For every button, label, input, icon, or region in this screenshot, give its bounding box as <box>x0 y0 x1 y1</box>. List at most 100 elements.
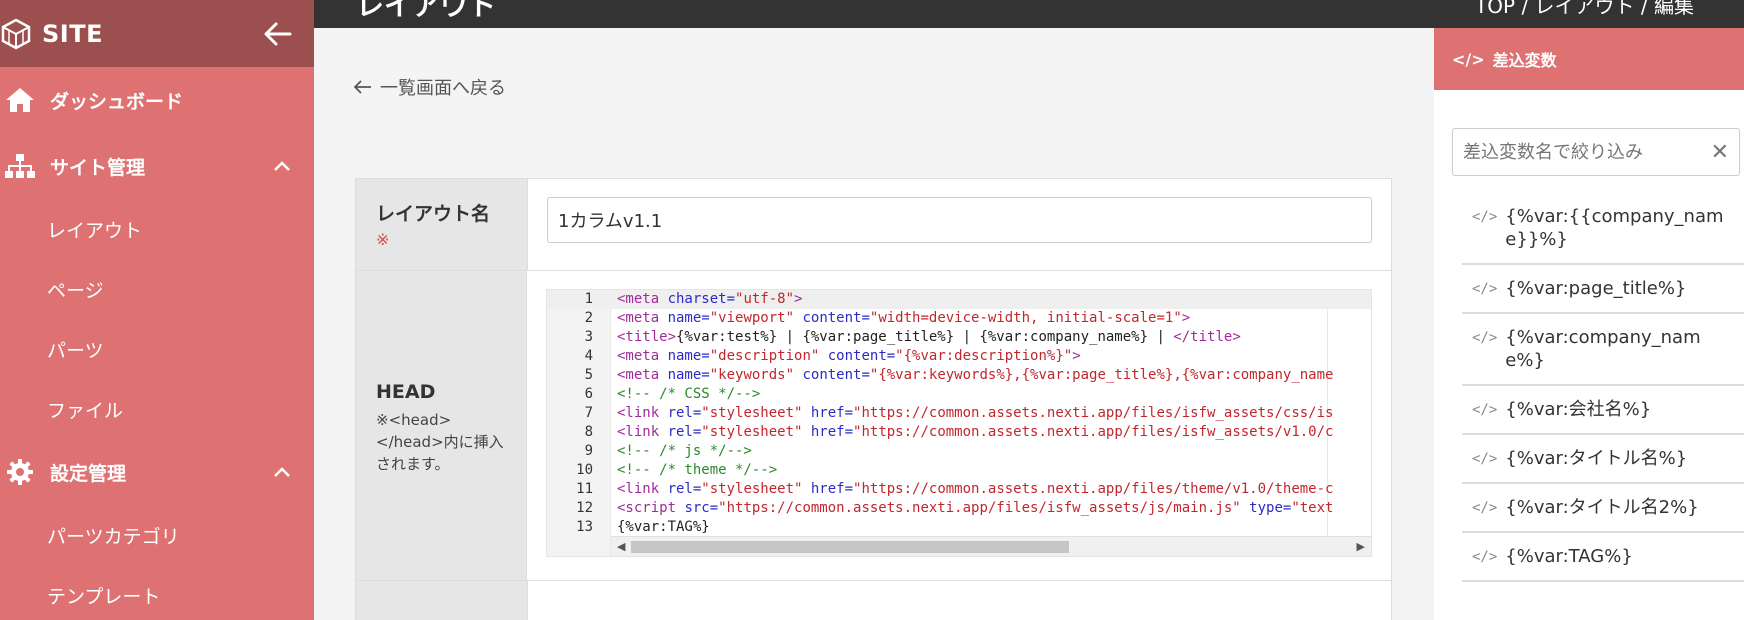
field-value-cell: 1 <meta charset="utf-8"> 2 <meta name="view… <box>527 271 1391 580</box>
code-line[interactable]: 9 <!-- /* js */--> <box>547 442 1371 461</box>
code-line[interactable]: 3 <title>{%var:test%} | {%var:page_title%… <box>547 328 1371 347</box>
code-token: "https://common.assets.nexti.app/files/i… <box>718 500 1241 516</box>
code-text: <link rel="stylesheet" href="https://com… <box>611 404 1371 423</box>
variable-list-item[interactable]: </> {%var:company_name%} <box>1462 314 1744 386</box>
code-line[interactable]: 5 <meta name="keywords" content="{%var:ke… <box>547 366 1371 385</box>
code-lines: 1 <meta charset="utf-8"> 2 <meta name="view… <box>547 290 1371 537</box>
code-token: rel= <box>667 424 702 440</box>
variable-list: </> {%var:{{company_name}}%} </> {%var:page… <box>1462 193 1744 582</box>
variable-list-item[interactable]: </> {%var:page_title%} <box>1462 265 1744 314</box>
sidebar-item-template[interactable]: テンプレート <box>0 565 314 620</box>
code-token: > <box>1181 310 1191 326</box>
code-token: <!-- /* js */--> <box>617 443 752 459</box>
line-number: 10 <box>576 462 593 478</box>
variable-name: {%var:{{company_name}}%} <box>1505 206 1724 250</box>
line-number: 5 <box>584 367 593 383</box>
code-line[interactable]: 8 <link rel="stylesheet" href="https://co… <box>547 423 1371 442</box>
required-mark: ※ <box>376 230 390 249</box>
code-line[interactable]: 1 <meta charset="utf-8"> <box>547 290 1371 309</box>
sidebar-item-parts-category[interactable]: パーツカテゴリ <box>0 505 314 565</box>
head-code-editor[interactable]: 1 <meta charset="utf-8"> 2 <meta name="view… <box>546 289 1372 557</box>
field-value-cell <box>528 581 1391 620</box>
code-token: <meta <box>617 310 668 326</box>
arrow-left-icon <box>264 22 292 45</box>
code-token: {%var:TAG%} <box>617 519 710 535</box>
sidebar-section-site-management[interactable]: サイト管理 <box>0 133 314 199</box>
code-line[interactable]: 6 <!-- /* CSS */--> <box>547 385 1371 404</box>
sidebar-item-parts[interactable]: パーツ <box>0 319 314 379</box>
code-text: <meta charset="utf-8"> <box>611 290 1371 309</box>
code-line[interactable]: 12 <script src="https://common.assets.nex… <box>547 499 1371 518</box>
field-label-cell: レイアウト名 ※ <box>356 179 528 270</box>
code-icon: </> <box>1472 281 1498 297</box>
variables-panel: </> 差込変数 ✕ </>{%var:{{company_name}}%}</… <box>1434 28 1744 620</box>
top-bar: レイアウト TOP / レイアウト / 編集 <box>314 0 1744 28</box>
sidebar-item-layout[interactable]: レイアウト <box>0 199 314 259</box>
code-token: <!-- /* CSS */--> <box>617 386 761 402</box>
line-number: 3 <box>584 329 593 345</box>
variable-list-item[interactable]: </> {%var:TAG%} <box>1462 533 1744 582</box>
sitemap-icon <box>0 153 40 179</box>
code-icon: </> <box>1452 49 1485 69</box>
code-token: charset= <box>667 291 736 307</box>
field-label-cell <box>356 581 528 620</box>
code-token: content= <box>794 310 870 326</box>
code-line[interactable]: 13 {%var:TAG%} <box>547 518 1371 537</box>
scroll-left-icon[interactable]: ◀ <box>617 540 625 553</box>
code-token: content= <box>819 348 896 364</box>
code-line[interactable]: 4 <meta name="description" content="{%var… <box>547 347 1371 366</box>
scrollbar-thumb[interactable] <box>631 541 1069 553</box>
code-icon: </> <box>1472 402 1498 418</box>
code-icon: </> <box>1472 549 1498 565</box>
code-token: src= <box>684 500 719 516</box>
code-token: "viewport" <box>709 310 795 326</box>
code-text: <!-- /* CSS */--> <box>611 385 1371 404</box>
code-text: <meta name="viewport" content="width=dev… <box>611 309 1371 328</box>
code-text: <title>{%var:test%} | {%var:page_title%}… <box>611 328 1371 347</box>
main-content: 一覧画面へ戻る レイアウト名 ※ HEAD ※<head></head>内に挿入… <box>314 28 1434 620</box>
scroll-right-icon[interactable]: ▶ <box>1357 540 1365 553</box>
variable-list-item[interactable]: </> {%var:会社名%} <box>1462 386 1744 435</box>
sidebar-header: SITE <box>0 0 314 67</box>
code-text: <!-- /* theme */--> <box>611 461 1371 480</box>
gear-icon <box>0 458 40 486</box>
layout-name-input[interactable] <box>547 197 1372 243</box>
code-token: href= <box>802 481 854 497</box>
horizontal-scrollbar[interactable]: ◀ ▶ <box>611 536 1371 556</box>
field-value-cell <box>528 179 1391 270</box>
code-icon: </> <box>1472 209 1498 225</box>
home-icon <box>0 87 40 113</box>
sidebar-item-dashboard[interactable]: ダッシュボード <box>0 67 314 133</box>
layout-form: レイアウト名 ※ HEAD ※<head></head>内に挿入されます。 1 <… <box>355 178 1392 620</box>
code-line[interactable]: 2 <meta name="viewport" content="width=de… <box>547 309 1371 328</box>
code-token: "description" <box>709 348 820 364</box>
variable-list-item[interactable]: </> {%var:{{company_name}}%} <box>1462 193 1744 265</box>
code-token: rel= <box>667 405 702 421</box>
code-token: "{%var:keywords%},{%var:page_title%},{%v… <box>869 367 1334 383</box>
code-token: name= <box>667 367 710 383</box>
clear-search-icon[interactable]: ✕ <box>1711 140 1729 165</box>
code-line[interactable]: 7 <link rel="stylesheet" href="https://co… <box>547 404 1371 423</box>
arrow-left-icon <box>354 80 371 94</box>
variable-list-item[interactable]: </> {%var:タイトル名%} <box>1462 435 1744 484</box>
code-token: <link <box>617 405 668 421</box>
sidebar-item-file[interactable]: ファイル <box>0 379 314 439</box>
variable-name: {%var:TAG%} <box>1505 546 1633 567</box>
sidebar-item-page[interactable]: ページ <box>0 259 314 319</box>
variable-list-item[interactable]: </> {%var:タイトル名2%} <box>1462 484 1744 533</box>
sidebar-section-settings[interactable]: 設定管理 <box>0 439 314 505</box>
code-token: rel= <box>667 481 702 497</box>
collapse-sidebar-button[interactable] <box>260 16 296 52</box>
code-line[interactable]: 11 <link rel="stylesheet" href="https://c… <box>547 480 1371 499</box>
code-token: "stylesheet" <box>701 405 803 421</box>
variable-search-input[interactable] <box>1463 141 1711 163</box>
back-to-list-link[interactable]: 一覧画面へ戻る <box>354 74 506 100</box>
back-link-label: 一覧画面へ戻る <box>380 78 506 99</box>
page-title: レイアウト <box>356 0 497 22</box>
code-line[interactable]: 10 <!-- /* theme */--> <box>547 461 1371 480</box>
code-token: > <box>794 291 803 307</box>
code-token: "utf-8" <box>735 291 795 307</box>
variable-name: {%var:company_name%} <box>1505 327 1701 371</box>
code-text: <link rel="stylesheet" href="https://com… <box>611 423 1371 442</box>
line-number: 9 <box>584 443 593 459</box>
